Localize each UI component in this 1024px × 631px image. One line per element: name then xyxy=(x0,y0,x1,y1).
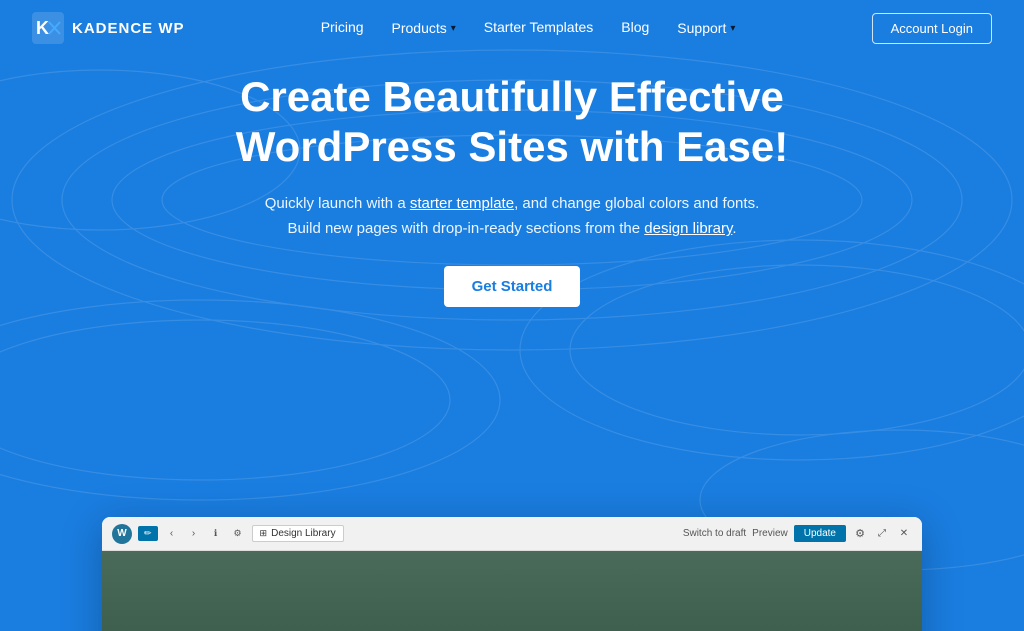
design-library-badge[interactable]: ⊞ Design Library xyxy=(252,525,344,542)
toolbar-back-icon[interactable]: ‹ xyxy=(164,526,180,542)
logo[interactable]: K KADENCE WP xyxy=(32,12,185,44)
nav-item-starter-templates[interactable]: Starter Templates xyxy=(484,19,593,37)
design-library-icon: ⊞ xyxy=(260,528,268,539)
products-chevron-icon: ▾ xyxy=(451,23,456,34)
preview-text[interactable]: Preview xyxy=(752,528,788,539)
toolbar-edit-button[interactable]: ✏ xyxy=(138,526,158,541)
toolbar-right: Switch to draft Preview Update ⚙ ⤢ ✕ xyxy=(683,525,912,542)
hero-content: Create Beautifully Effective WordPress S… xyxy=(162,72,862,307)
logo-icon: K xyxy=(32,12,64,44)
toolbar-settings-icon[interactable]: ⚙ xyxy=(230,526,246,542)
toolbar-forward-icon[interactable]: › xyxy=(186,526,202,542)
toolbar-gear-icon[interactable]: ⚙ xyxy=(852,526,868,542)
toolbar-close-icon[interactable]: ✕ xyxy=(896,526,912,542)
svg-text:K: K xyxy=(36,18,49,38)
site-preview: BEST VACATION EVER Unforgettable travel … xyxy=(102,551,922,631)
nav-item-support[interactable]: Support ▾ xyxy=(677,20,735,36)
nav-item-products[interactable]: Products ▾ xyxy=(392,20,456,36)
brand-name: KADENCE WP xyxy=(72,20,185,37)
starter-template-link[interactable]: starter template xyxy=(410,195,514,212)
hero-subtitle: Quickly launch with a starter template, … xyxy=(162,191,862,242)
hero-section: K KADENCE WP Pricing Products ▾ Starter … xyxy=(0,0,1024,631)
navbar: K KADENCE WP Pricing Products ▾ Starter … xyxy=(0,0,1024,56)
get-started-button[interactable]: Get Started xyxy=(444,266,581,307)
account-login-button[interactable]: Account Login xyxy=(872,13,992,44)
toolbar-info-icon[interactable]: ℹ xyxy=(208,526,224,542)
browser-toolbar: W ✏ ‹ › ℹ ⚙ ⊞ Design Library Switch to d… xyxy=(102,517,922,551)
nav-item-blog[interactable]: Blog xyxy=(621,19,649,37)
update-button[interactable]: Update xyxy=(794,525,846,542)
switch-draft-text[interactable]: Switch to draft xyxy=(683,528,746,539)
design-library-label: Design Library xyxy=(271,528,335,539)
design-library-link[interactable]: design library xyxy=(644,220,732,237)
nav-links: Pricing Products ▾ Starter Templates Blo… xyxy=(321,19,736,37)
hero-title: Create Beautifully Effective WordPress S… xyxy=(162,72,862,173)
wp-icon: W xyxy=(112,524,132,544)
nav-item-pricing[interactable]: Pricing xyxy=(321,19,364,37)
toolbar-expand-icon[interactable]: ⤢ xyxy=(874,526,890,542)
support-chevron-icon: ▾ xyxy=(730,23,735,34)
browser-mockup: W ✏ ‹ › ℹ ⚙ ⊞ Design Library Switch to d… xyxy=(102,517,922,631)
